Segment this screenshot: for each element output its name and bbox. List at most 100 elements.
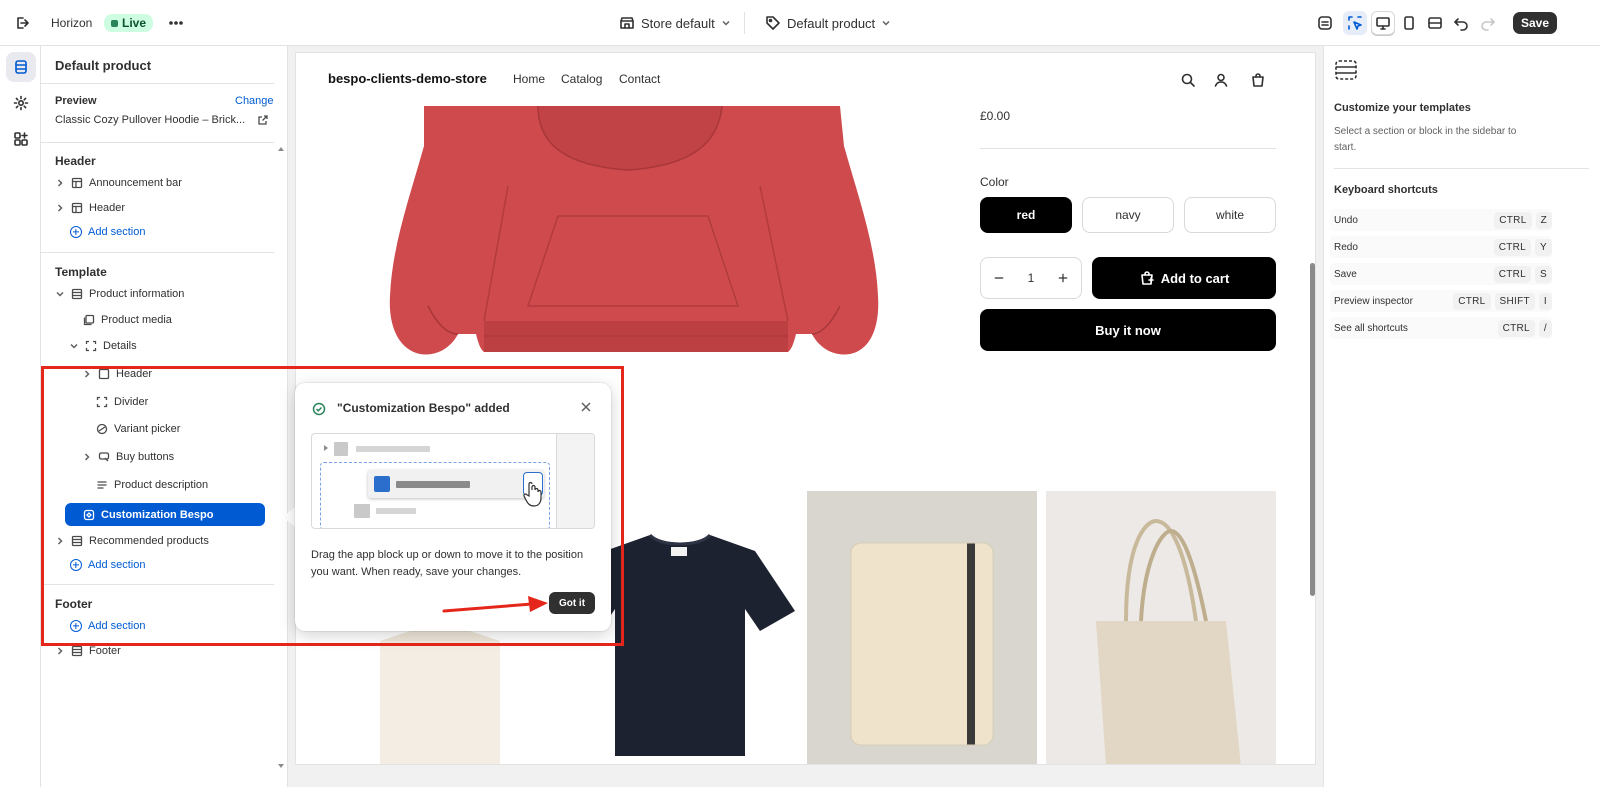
shortcut-label: Redo [1334,241,1358,253]
gear-icon [13,95,29,111]
apps-nav-button[interactable] [6,124,36,154]
inspector-icon [1348,16,1362,30]
sections-icon [15,60,27,74]
product-image-notebook[interactable] [807,491,1037,764]
apps-icon [14,132,28,146]
desktop-view-button[interactable] [1371,11,1395,35]
nav-link-catalog[interactable]: Catalog [561,72,602,86]
shortcut-label: Preview inspector [1334,295,1413,307]
popover-text: Drag the app block up or down to move it… [311,549,584,578]
shortcuts-title: Keyboard shortcuts [1334,184,1438,196]
panel-title: Customize your templates [1334,102,1471,114]
key: CTRL [1497,319,1535,337]
color-option-white[interactable]: white [1184,197,1276,233]
shortcut-see-all[interactable]: See all shortcuts CTRL / [1330,317,1552,339]
add-section-label: Add section [88,226,146,238]
block-product-media[interactable]: Product media [83,310,172,330]
settings-nav-button[interactable] [6,88,36,118]
chevron-right-icon [57,204,63,212]
change-preview-link[interactable]: Change [235,95,274,107]
app-embeds-icon[interactable] [1317,15,1333,31]
preview-scrollbar[interactable] [1310,263,1315,596]
header-group-label: Header [55,154,96,168]
template-selector-label: Default product [787,15,876,31]
mobile-view-button[interactable] [1397,11,1421,35]
key: Y [1535,238,1552,256]
more-actions-icon[interactable] [168,15,184,31]
add-section-header[interactable]: Add section [70,222,145,242]
section-announcement-bar[interactable]: Announcement bar [55,173,182,193]
inspector-panel: Customize your templates Select a sectio… [1323,46,1600,787]
scroll-down-arrow-icon[interactable] [276,761,286,771]
shortcut-label: Undo [1334,214,1358,226]
scroll-up-arrow-icon[interactable] [276,144,286,154]
section-icon [71,177,83,189]
shortcut-label: See all shortcuts [1334,322,1408,334]
divider [744,12,745,34]
shortcut-save: Save CTRL S [1330,263,1552,285]
fullscreen-view-button[interactable] [1423,11,1447,35]
add-to-cart-label: Add to cart [1160,270,1230,286]
key: CTRL [1493,238,1532,256]
sidebar-title: Default product [55,58,152,73]
external-link-icon[interactable] [257,114,269,126]
sections-nav-button[interactable] [6,52,36,82]
color-label: Color [980,175,1009,189]
desktop-icon [1376,17,1390,30]
key: I [1538,292,1552,310]
nav-link-contact[interactable]: Contact [619,72,660,86]
redo-icon[interactable] [1480,15,1496,31]
tag-icon [766,16,780,30]
account-icon[interactable] [1213,72,1229,88]
save-button[interactable]: Save [1513,12,1557,34]
drag-hand-icon [523,481,542,507]
cart-icon[interactable] [1250,72,1266,88]
divider [41,252,274,253]
buy-now-button[interactable]: Buy it now [980,309,1276,351]
chevron-down-icon [56,291,64,297]
top-bar: Horizon Live Store default Default produ… [0,0,1600,46]
preview-label: Preview [55,95,97,107]
product-price: £0.00 [980,109,1011,123]
quantity-value[interactable]: 1 [1028,271,1035,285]
store-selector-label: Store default [641,15,715,31]
undo-icon[interactable] [1453,15,1469,31]
product-image-tote-bag[interactable] [1046,491,1276,764]
preview-product-name: Classic Cozy Pullover Hoodie – Brick... [55,114,246,126]
store-selector[interactable]: Store default [619,15,731,31]
live-badge: Live [104,14,154,32]
product-image-hoodie [389,106,879,355]
section-header[interactable]: Header [55,198,125,218]
key: CTRL [1493,265,1532,283]
exit-icon[interactable] [14,15,30,31]
divider [980,148,1276,149]
store-icon [620,17,634,29]
quantity-stepper: 1 [980,257,1082,299]
nav-link-home[interactable]: Home [513,72,545,86]
inspector-toggle[interactable] [1343,11,1367,35]
color-option-navy[interactable]: navy [1082,197,1174,233]
section-product-information[interactable]: Product information [55,284,184,304]
chevron-right-icon [57,179,63,187]
got-it-button[interactable]: Got it [549,592,595,614]
view-mode-group [1371,11,1447,35]
media-icon [83,314,95,326]
popover-tail [283,507,295,527]
block-details[interactable]: Details [69,336,137,356]
minus-icon[interactable] [993,272,1005,284]
key: / [1538,319,1552,337]
key: CTRL [1494,211,1532,229]
shortcut-undo: Undo CTRL Z [1330,209,1552,231]
divider [41,83,274,84]
search-icon[interactable] [1180,72,1196,88]
check-circle-icon [312,402,326,416]
section-label: Footer [89,645,121,657]
store-name[interactable]: bespo-clients-demo-store [328,71,487,86]
group-icon [85,340,97,352]
plus-icon[interactable] [1057,272,1069,284]
close-icon[interactable] [580,401,592,413]
divider [41,142,274,143]
color-option-red[interactable]: red [980,197,1072,233]
add-to-cart-button[interactable]: Add to cart [1092,257,1276,299]
template-selector[interactable]: Default product [765,15,891,31]
